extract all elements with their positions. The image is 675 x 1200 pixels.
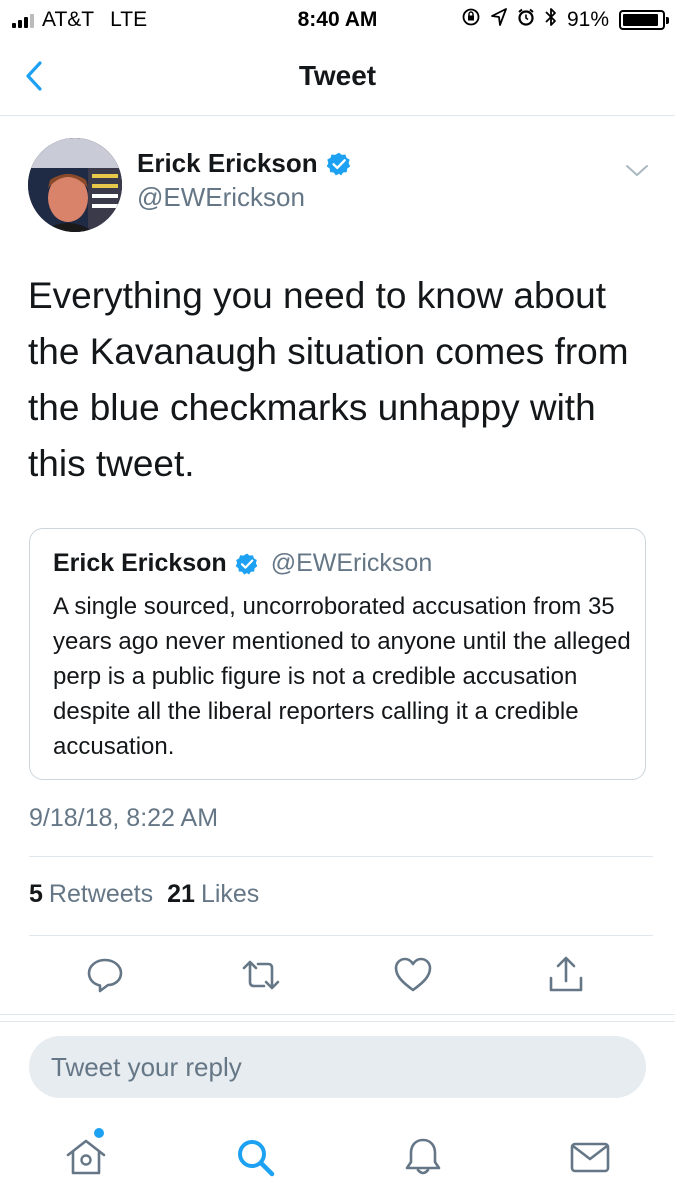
retweet-button[interactable] <box>240 954 282 996</box>
quoted-tweet[interactable]: Erick Erickson @EWErickson A single sour… <box>29 528 646 780</box>
tab-search[interactable] <box>233 1135 277 1179</box>
divider <box>29 856 653 857</box>
search-icon <box>238 1140 275 1177</box>
bluetooth-icon <box>545 7 557 32</box>
messages-icon <box>570 1142 610 1173</box>
retweets-count-link[interactable]: 5 Retweets <box>29 880 153 909</box>
retweet-icon <box>242 960 280 990</box>
reply-placeholder: Tweet your reply <box>51 1052 242 1082</box>
engagement-counts: 5 Retweets 21 Likes <box>29 880 259 909</box>
quoted-tweet-header: Erick Erickson @EWErickson <box>53 549 432 578</box>
likes-count: 21 <box>167 880 195 908</box>
author-handle[interactable]: @EWErickson <box>137 182 305 213</box>
author-name[interactable]: Erick Erickson <box>137 148 318 179</box>
verified-badge-icon <box>326 152 350 175</box>
tweet-options-button[interactable] <box>625 158 649 182</box>
quoted-author-handle: @EWErickson <box>270 549 433 577</box>
divider <box>29 935 653 936</box>
status-right: 91% <box>461 7 669 32</box>
like-icon <box>394 957 432 992</box>
reply-button[interactable] <box>84 954 126 996</box>
quoted-tweet-text: A single sourced, uncorroborated accusat… <box>53 593 631 760</box>
share-button[interactable] <box>545 954 587 996</box>
reply-icon <box>87 958 123 993</box>
battery-fill <box>623 13 658 26</box>
battery-icon <box>619 9 669 30</box>
author-name-row[interactable]: Erick Erickson <box>137 148 352 179</box>
alarm-icon <box>517 8 535 31</box>
retweets-count: 5 <box>29 880 43 908</box>
status-bar: AT&T LTE 8:40 AM 91% <box>0 0 675 40</box>
orientation-lock-icon <box>461 7 481 32</box>
tweet-timestamp: 9/18/18, 8:22 AM <box>29 804 219 832</box>
page-title: Tweet <box>298 60 377 91</box>
nav-bar: Tweet <box>0 40 675 116</box>
like-button[interactable] <box>392 954 434 996</box>
chevron-down-icon <box>626 165 648 176</box>
battery-percent: 91% <box>566 7 609 31</box>
share-icon <box>549 956 583 992</box>
avatar[interactable] <box>28 138 122 232</box>
home-notification-dot <box>94 1128 104 1138</box>
divider <box>0 1021 675 1022</box>
quoted-author-name: Erick Erickson <box>53 549 227 577</box>
likes-label: Likes <box>200 880 260 908</box>
divider <box>0 1014 675 1015</box>
verified-badge-icon <box>235 553 258 574</box>
likes-count-link[interactable]: 21 Likes <box>167 880 259 909</box>
reply-input[interactable]: Tweet your reply <box>29 1036 646 1098</box>
tab-messages[interactable] <box>568 1135 612 1179</box>
tweet-text: Everything you need to know about the Ka… <box>28 275 629 484</box>
notifications-icon <box>405 1138 441 1175</box>
retweets-label: Retweets <box>48 880 154 908</box>
tab-notifications[interactable] <box>401 1135 445 1179</box>
tab-home[interactable] <box>64 1135 108 1179</box>
home-icon <box>66 1139 106 1175</box>
location-icon <box>491 8 507 31</box>
